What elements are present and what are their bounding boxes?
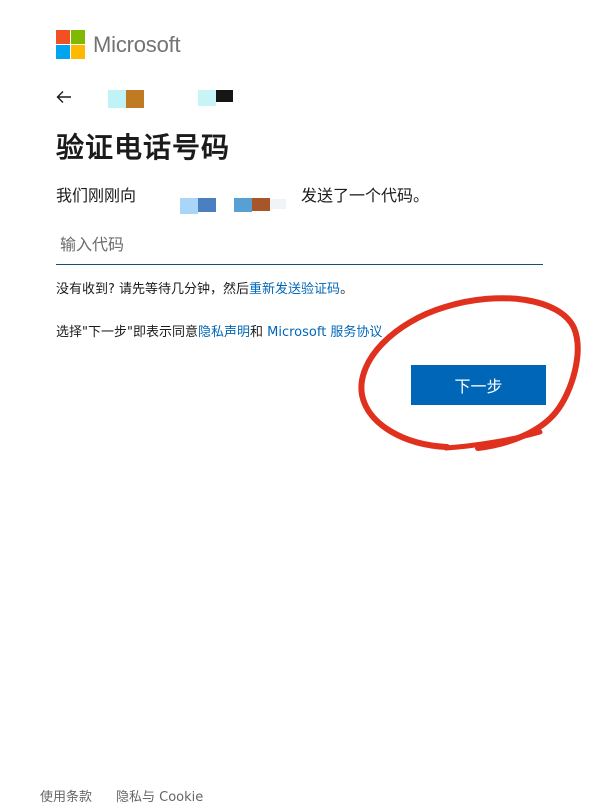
signin-page: Microsoft 验证电话号码 我们刚刚向 发送了一个代码。 没有收到? 请先… [0, 0, 600, 811]
redacted-phone [270, 199, 286, 209]
sent-message: 我们刚刚向 发送了一个代码。 [56, 182, 556, 212]
redacted-block [216, 90, 233, 102]
redacted-phone [180, 198, 198, 214]
services-agreement-link[interactable]: Microsoft 服务协议 [267, 325, 382, 340]
resend-message: 没有收到? 请先等待几分钟，然后重新发送验证码。 [56, 278, 353, 297]
terms-message: 选择"下一步"即表示同意隐私声明和 Microsoft 服务协议 [56, 321, 382, 340]
terms-of-use-link[interactable]: 使用条款 [40, 786, 92, 805]
redacted-phone [198, 198, 216, 212]
resend-text: 没有收到? 请先等待几分钟，然后 [56, 282, 250, 297]
identity-row [56, 84, 82, 110]
resend-code-link[interactable]: 重新发送验证码 [249, 282, 340, 297]
sent-suffix: 发送了一个代码。 [301, 186, 430, 205]
redacted-phone [252, 198, 270, 211]
redacted-phone [234, 198, 252, 212]
red-annotation-circle [358, 295, 581, 451]
redacted-block [198, 90, 216, 106]
footer: 使用条款 隐私与 Cookie [40, 786, 203, 805]
next-button[interactable]: 下一步 [411, 365, 546, 405]
code-input-container [56, 226, 547, 265]
arrow-left-icon[interactable] [56, 86, 82, 108]
terms-prefix: 选择"下一步"即表示同意 [56, 325, 198, 340]
privacy-statement-link[interactable]: 隐私声明 [198, 325, 250, 340]
microsoft-logo-icon [56, 30, 85, 59]
code-input[interactable] [56, 226, 547, 262]
redacted-block [108, 90, 126, 108]
page-title: 验证电话号码 [56, 131, 231, 164]
sent-prefix: 我们刚刚向 [56, 186, 137, 205]
terms-and: 和 [249, 325, 263, 340]
redacted-block [126, 90, 144, 108]
privacy-cookie-link[interactable]: 隐私与 Cookie [116, 786, 203, 805]
logo-text: Microsoft [93, 31, 181, 57]
microsoft-logo: Microsoft [56, 30, 181, 59]
resend-end: 。 [340, 282, 354, 297]
